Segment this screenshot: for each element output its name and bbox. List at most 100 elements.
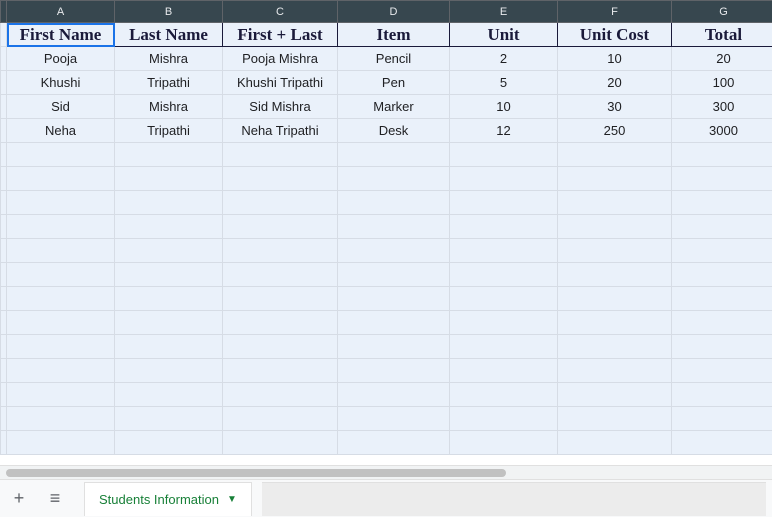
cell[interactable]: Tripathi <box>115 71 223 95</box>
cell[interactable] <box>450 287 558 311</box>
cell[interactable]: Item <box>338 23 450 47</box>
cell[interactable]: Mishra <box>115 47 223 71</box>
cell[interactable] <box>450 167 558 191</box>
cell[interactable] <box>115 335 223 359</box>
cell[interactable] <box>7 407 115 431</box>
cell[interactable] <box>672 167 772 191</box>
cell[interactable] <box>338 407 450 431</box>
cell[interactable]: Pooja <box>7 47 115 71</box>
cell[interactable] <box>338 167 450 191</box>
cell[interactable]: 100 <box>672 71 772 95</box>
cell[interactable] <box>450 383 558 407</box>
cell[interactable]: Sid <box>7 95 115 119</box>
cell[interactable] <box>338 359 450 383</box>
cell[interactable] <box>7 167 115 191</box>
cell[interactable]: Tripathi <box>115 119 223 143</box>
cell[interactable]: Sid Mishra <box>223 95 338 119</box>
cell[interactable] <box>338 431 450 455</box>
add-sheet-button[interactable]: + <box>6 486 32 512</box>
column-header-B[interactable]: B <box>115 1 223 23</box>
cell[interactable] <box>115 359 223 383</box>
cell[interactable] <box>672 359 772 383</box>
column-header-C[interactable]: C <box>223 1 338 23</box>
cell[interactable] <box>338 335 450 359</box>
cell[interactable] <box>558 335 672 359</box>
cell[interactable] <box>338 311 450 335</box>
cell[interactable] <box>338 215 450 239</box>
column-header-E[interactable]: E <box>450 1 558 23</box>
cell[interactable] <box>7 335 115 359</box>
cell[interactable] <box>450 407 558 431</box>
cell[interactable] <box>450 359 558 383</box>
cell[interactable]: 10 <box>450 95 558 119</box>
cell[interactable] <box>338 263 450 287</box>
cell[interactable] <box>223 287 338 311</box>
column-header-G[interactable]: G <box>672 1 772 23</box>
horizontal-scrollbar[interactable] <box>0 465 772 479</box>
cell[interactable] <box>558 191 672 215</box>
cell[interactable] <box>450 263 558 287</box>
cell[interactable] <box>7 311 115 335</box>
cell[interactable] <box>223 359 338 383</box>
cell[interactable]: First + Last <box>223 23 338 47</box>
cell[interactable] <box>223 191 338 215</box>
cell[interactable] <box>672 215 772 239</box>
column-header-D[interactable]: D <box>338 1 450 23</box>
cell[interactable]: 30 <box>558 95 672 119</box>
cell[interactable] <box>338 239 450 263</box>
cell[interactable] <box>115 239 223 263</box>
cell[interactable]: 2 <box>450 47 558 71</box>
cell[interactable] <box>558 167 672 191</box>
cell[interactable] <box>7 359 115 383</box>
cell[interactable] <box>558 263 672 287</box>
cell[interactable] <box>672 287 772 311</box>
chevron-down-icon[interactable]: ▼ <box>227 494 237 505</box>
column-header-A[interactable]: A <box>7 1 115 23</box>
cell[interactable] <box>450 143 558 167</box>
cell[interactable] <box>672 407 772 431</box>
cell[interactable]: Last Name <box>115 23 223 47</box>
cell[interactable]: Unit Cost <box>558 23 672 47</box>
cell[interactable] <box>558 407 672 431</box>
cell[interactable] <box>450 335 558 359</box>
cell[interactable] <box>115 215 223 239</box>
cell[interactable] <box>450 215 558 239</box>
cell[interactable] <box>450 191 558 215</box>
column-header-F[interactable]: F <box>558 1 672 23</box>
cell[interactable] <box>558 311 672 335</box>
cell[interactable]: 12 <box>450 119 558 143</box>
cell[interactable] <box>115 167 223 191</box>
cell[interactable] <box>672 431 772 455</box>
cell[interactable] <box>672 311 772 335</box>
cell[interactable] <box>7 263 115 287</box>
cell[interactable] <box>672 383 772 407</box>
cell[interactable]: Khushi <box>7 71 115 95</box>
cell[interactable]: Unit <box>450 23 558 47</box>
cell[interactable] <box>115 287 223 311</box>
cell[interactable] <box>450 239 558 263</box>
cell[interactable] <box>115 383 223 407</box>
cell[interactable] <box>338 191 450 215</box>
cell[interactable]: 300 <box>672 95 772 119</box>
cell[interactable] <box>223 167 338 191</box>
cell[interactable] <box>558 239 672 263</box>
cell[interactable] <box>115 407 223 431</box>
cell[interactable] <box>672 191 772 215</box>
cell[interactable] <box>7 215 115 239</box>
scrollbar-thumb[interactable] <box>6 469 506 477</box>
cell[interactable]: Marker <box>338 95 450 119</box>
cell[interactable] <box>672 239 772 263</box>
cell[interactable] <box>115 143 223 167</box>
cell[interactable] <box>558 143 672 167</box>
cell[interactable]: Desk <box>338 119 450 143</box>
cell[interactable]: 250 <box>558 119 672 143</box>
cell[interactable] <box>672 335 772 359</box>
cell[interactable]: 10 <box>558 47 672 71</box>
cell[interactable]: 20 <box>558 71 672 95</box>
cell[interactable] <box>558 383 672 407</box>
cell[interactable]: Mishra <box>115 95 223 119</box>
cell[interactable] <box>223 143 338 167</box>
cell[interactable] <box>223 215 338 239</box>
cell[interactable] <box>672 143 772 167</box>
cell[interactable]: Pen <box>338 71 450 95</box>
